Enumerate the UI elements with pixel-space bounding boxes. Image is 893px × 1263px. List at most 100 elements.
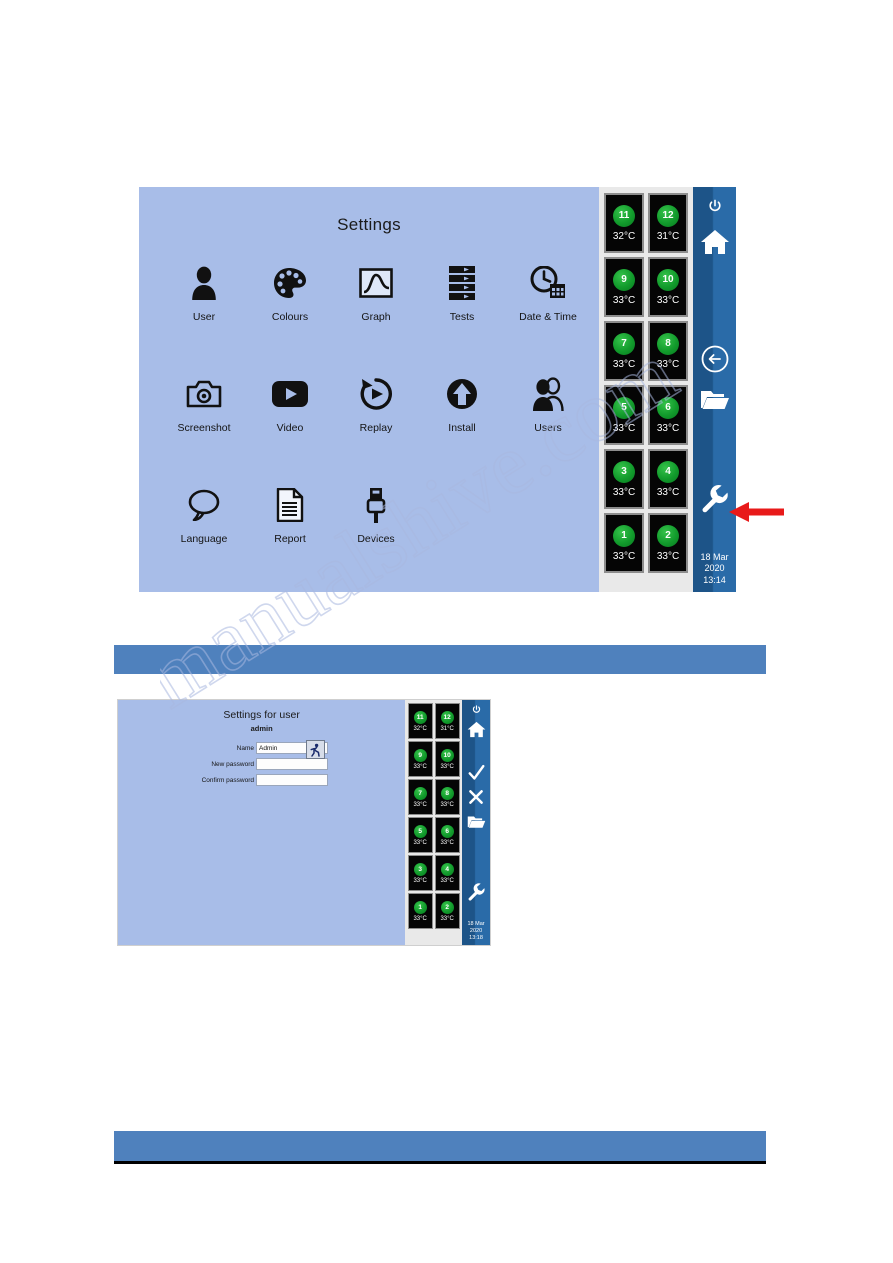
sensor-led: 11 — [613, 204, 635, 227]
clock-date: 18 Mar — [700, 551, 729, 562]
sensor-cell[interactable]: 7 33°C — [407, 779, 433, 815]
new-password-field[interactable] — [256, 758, 328, 770]
menu-item-date-time[interactable]: Date & Time — [505, 255, 591, 366]
sensor-cell[interactable]: 11 32°C — [407, 703, 433, 739]
power-icon[interactable] — [462, 705, 490, 714]
sensor-cell[interactable]: 3 33°C — [604, 449, 644, 509]
menu-item-graph[interactable]: Graph — [333, 255, 419, 366]
sensor-cell[interactable]: 5 33°C — [407, 817, 433, 853]
sensor-cell[interactable]: 3 33°C — [407, 855, 433, 891]
speech-bubble-icon — [188, 483, 220, 527]
section-divider-bar-bottom — [114, 1131, 766, 1161]
clock-time: 13:14 — [703, 574, 726, 585]
sensor-temp: 33°C — [656, 486, 680, 498]
menu-item-user[interactable]: User — [161, 255, 247, 366]
menu-label: Colours — [271, 311, 309, 323]
sensor-cell[interactable]: 12 31°C — [648, 193, 688, 253]
cross-icon[interactable] — [462, 789, 490, 805]
sensor-led: 4 — [657, 460, 679, 483]
sensor-panel: 11 32°C 12 31°C 9 33°C 10 33°C 7 33°C 8 33°C 5… — [405, 700, 463, 945]
sensor-cell[interactable]: 5 33°C — [604, 385, 644, 445]
sensor-temp: 33°C — [440, 763, 454, 770]
sensor-led: 11 — [413, 710, 427, 724]
sensor-led: 6 — [440, 824, 454, 838]
sensor-cell[interactable]: 4 33°C — [434, 855, 460, 891]
menu-item-tests[interactable]: Tests — [419, 255, 505, 366]
sensor-cell[interactable]: 1 33°C — [604, 513, 644, 573]
home-icon[interactable] — [462, 721, 490, 738]
sensor-cell[interactable]: 9 33°C — [604, 257, 644, 317]
folder-icon[interactable] — [693, 387, 736, 411]
sensor-temp: 33°C — [612, 422, 636, 434]
sensor-temp: 32°C — [612, 230, 636, 242]
form-row-confirm-password: Confirm password — [196, 774, 328, 786]
back-arrow-icon[interactable] — [693, 345, 736, 373]
sensor-cell[interactable]: 4 33°C — [648, 449, 688, 509]
sensor-led: 10 — [657, 268, 679, 291]
video-play-icon — [272, 372, 308, 416]
exit-running-person-icon[interactable] — [306, 740, 325, 759]
confirm-password-field[interactable] — [256, 774, 328, 786]
sensor-temp: 33°C — [440, 801, 454, 808]
sensor-temp: 33°C — [612, 550, 636, 562]
sensor-led: 10 — [440, 748, 454, 762]
clock-display: 18 Mar 2020 13:14 — [693, 552, 736, 587]
sensor-led: 5 — [613, 396, 635, 419]
sensor-cell[interactable]: 2 33°C — [434, 893, 460, 929]
palette-icon — [273, 261, 307, 305]
sensor-cell[interactable]: 1 33°C — [407, 893, 433, 929]
sensor-cell[interactable]: 11 32°C — [604, 193, 644, 253]
sensor-temp: 33°C — [413, 801, 427, 808]
graph-icon — [359, 261, 393, 305]
menu-label: Install — [448, 422, 476, 434]
menu-label: Users — [534, 422, 562, 434]
menu-item-report[interactable]: Report — [247, 477, 333, 588]
sensor-cell[interactable]: 2 33°C — [648, 513, 688, 573]
menu-item-colours[interactable]: Colours — [247, 255, 333, 366]
menu-item-install[interactable]: Install — [419, 366, 505, 477]
folder-icon[interactable] — [462, 814, 490, 829]
menu-label: Language — [180, 533, 228, 545]
user-settings-screen-figure: Settings for user admin Name New passwor… — [117, 699, 491, 946]
sensor-cell[interactable]: 10 33°C — [648, 257, 688, 317]
sensor-cell[interactable]: 10 33°C — [434, 741, 460, 777]
power-icon[interactable] — [693, 199, 736, 213]
menu-label: Date & Time — [519, 311, 577, 323]
sensor-led: 6 — [657, 396, 679, 419]
sensor-cell[interactable]: 7 33°C — [604, 321, 644, 381]
sensor-temp: 33°C — [440, 839, 454, 846]
menu-item-users[interactable]: Users — [505, 366, 591, 477]
menu-item-language[interactable]: Language — [161, 477, 247, 588]
sensor-cell[interactable]: 8 33°C — [648, 321, 688, 381]
sensor-cell[interactable]: 8 33°C — [434, 779, 460, 815]
clock-time: 13:18 — [469, 935, 483, 941]
right-navbar: 18 Mar 2020 13:18 — [462, 700, 490, 945]
sensor-cell[interactable]: 9 33°C — [407, 741, 433, 777]
menu-label: Devices — [357, 533, 395, 545]
sensor-temp: 33°C — [612, 294, 636, 306]
confirm-password-field-label: Confirm password — [201, 776, 254, 784]
menu-item-devices[interactable]: Devices — [333, 477, 419, 588]
sensor-cell[interactable]: 12 31°C — [434, 703, 460, 739]
section-divider-rule-bottom — [114, 1161, 766, 1164]
check-icon[interactable] — [462, 764, 490, 781]
menu-item-replay[interactable]: Replay — [333, 366, 419, 477]
sensor-led: 7 — [613, 332, 635, 355]
sensor-temp: 33°C — [656, 358, 680, 370]
install-up-arrow-icon — [446, 372, 478, 416]
menu-item-screenshot[interactable]: Screenshot — [161, 366, 247, 477]
sensor-cell[interactable]: 6 33°C — [434, 817, 460, 853]
replay-icon — [359, 372, 393, 416]
home-icon[interactable] — [693, 229, 736, 255]
menu-label: Video — [276, 422, 304, 434]
document-icon — [276, 483, 304, 527]
sensor-led: 8 — [657, 332, 679, 355]
sensor-led: 12 — [657, 204, 679, 227]
sensor-cell[interactable]: 6 33°C — [648, 385, 688, 445]
clock-date: 18 Mar — [467, 921, 485, 927]
sensor-led: 7 — [413, 786, 427, 800]
menu-item-video[interactable]: Video — [247, 366, 333, 477]
wrench-icon[interactable] — [462, 882, 490, 901]
section-divider-rule-top — [114, 674, 766, 676]
date-time-icon — [530, 261, 566, 305]
